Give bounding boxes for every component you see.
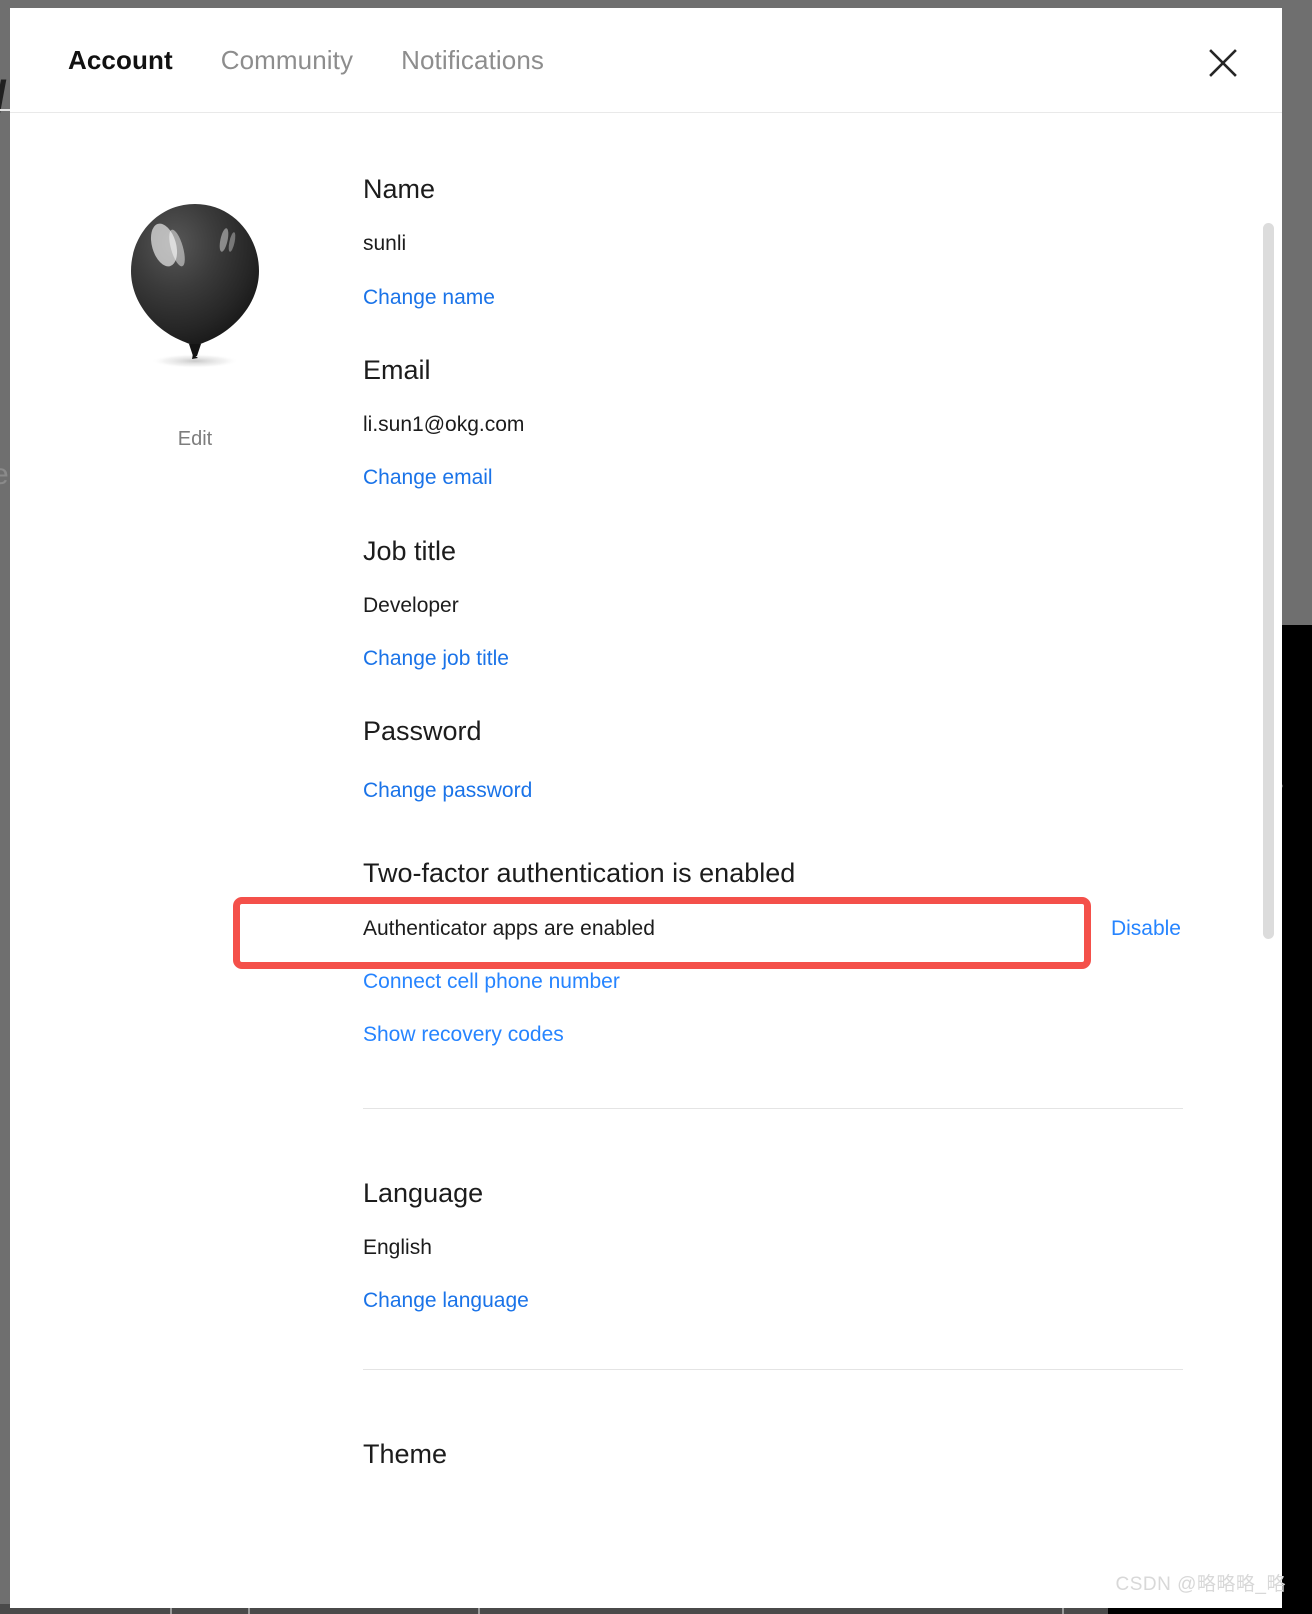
scrollbar-thumb[interactable] bbox=[1263, 223, 1274, 939]
change-name-link[interactable]: Change name bbox=[363, 285, 495, 310]
field-two-factor-auth: Two-factor authentication is enabled Aut… bbox=[363, 857, 1183, 1048]
section-divider bbox=[363, 1107, 1183, 1109]
dialog-body: Edit Name sunli Change name Email li.sun… bbox=[10, 113, 1282, 1608]
account-settings-list: Name sunli Change name Email li.sun1@okg… bbox=[363, 173, 1183, 1471]
field-job-title-value: Developer bbox=[363, 593, 459, 617]
field-language: Language English Change language bbox=[363, 1177, 1183, 1314]
change-password-link[interactable]: Change password bbox=[363, 778, 532, 803]
two-factor-heading: Two-factor authentication is enabled bbox=[363, 857, 796, 888]
field-name-label: Name bbox=[363, 174, 436, 204]
show-recovery-codes-link[interactable]: Show recovery codes bbox=[363, 1022, 564, 1047]
field-password-label: Password bbox=[363, 716, 482, 747]
close-icon[interactable] bbox=[1206, 46, 1240, 80]
tab-account[interactable]: Account bbox=[68, 47, 173, 73]
two-factor-status-text: Authenticator apps are enabled bbox=[363, 917, 655, 941]
avatar[interactable] bbox=[120, 198, 270, 388]
watermark: CSDN @略略略_略 bbox=[1115, 1574, 1286, 1595]
field-email-value: li.sun1@okg.com bbox=[363, 413, 525, 437]
two-factor-status-row: Authenticator apps are enabled Disable bbox=[363, 917, 1181, 941]
change-language-link[interactable]: Change language bbox=[363, 1288, 529, 1313]
field-password: Password Change password bbox=[363, 715, 1183, 803]
change-job-title-link[interactable]: Change job title bbox=[363, 646, 509, 671]
avatar-column: Edit bbox=[120, 198, 270, 451]
change-email-link[interactable]: Change email bbox=[363, 465, 493, 490]
section-divider bbox=[363, 1369, 1183, 1371]
field-theme: Theme bbox=[363, 1438, 1183, 1470]
field-email-label: Email bbox=[363, 354, 431, 385]
settings-dialog: Account Community Notifications Edit Nam… bbox=[10, 8, 1282, 1608]
field-name-value: sunli bbox=[363, 232, 407, 256]
tab-notifications[interactable]: Notifications bbox=[401, 47, 544, 73]
field-language-value: English bbox=[363, 1236, 432, 1260]
balloon-avatar-icon bbox=[131, 204, 259, 368]
connect-cell-phone-link[interactable]: Connect cell phone number bbox=[363, 969, 620, 994]
background-page-glyph: / bbox=[0, 74, 7, 120]
field-theme-label: Theme bbox=[363, 1439, 448, 1470]
tab-community[interactable]: Community bbox=[221, 47, 353, 73]
dialog-header: Account Community Notifications bbox=[10, 8, 1282, 113]
field-name: Name sunli Change name bbox=[363, 173, 1183, 310]
field-email: Email li.sun1@okg.com Change email bbox=[363, 354, 1183, 491]
field-job-title: Job title Developer Change job title bbox=[363, 535, 1183, 672]
settings-tablist: Account Community Notifications bbox=[68, 8, 592, 112]
avatar-edit-button[interactable]: Edit bbox=[178, 428, 212, 451]
page-backdrop: / e ❯ Account Community Notifications bbox=[0, 0, 1312, 1614]
field-language-label: Language bbox=[363, 1177, 484, 1208]
two-factor-disable-link[interactable]: Disable bbox=[1111, 917, 1181, 941]
background-page-glyph-secondary: e bbox=[0, 458, 9, 491]
field-job-title-label: Job title bbox=[363, 535, 457, 566]
